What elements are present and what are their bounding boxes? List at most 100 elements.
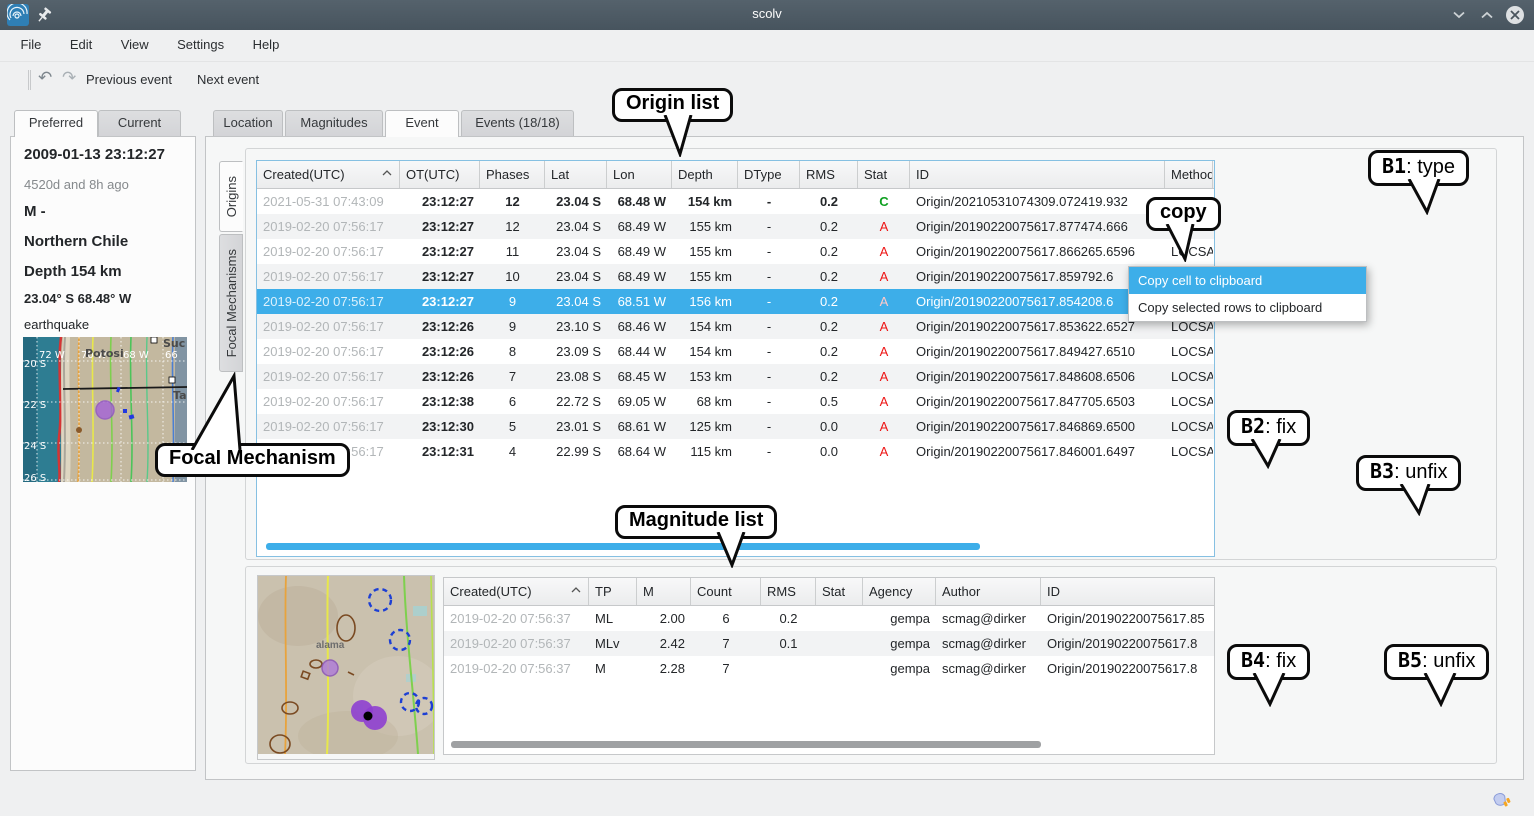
cell-depth: 153 km [672,364,738,389]
tab-current[interactable]: Current [98,110,181,136]
cell-author: scmag@dirker [936,606,1041,631]
column-header-created-utc-[interactable]: Created(UTC) [257,161,400,188]
column-header-rms[interactable]: RMS [800,161,858,188]
menu-edit[interactable]: Edit [58,30,104,59]
cell-lat: 22.99 S [545,439,607,464]
cell-method: LOCSA [1165,364,1213,389]
column-header-dtype[interactable]: DType [738,161,800,188]
side-tab-origins[interactable]: Origins [219,161,243,232]
column-header-created-utc-[interactable]: Created(UTC) [444,578,589,605]
callout-b2-fix: B2: fix [1227,410,1310,446]
cell-created: 2019-02-20 07:56:17 [257,214,400,239]
menu-view[interactable]: View [109,30,161,59]
origin-row[interactable]: 2019-02-20 07:56:1723:12:30523.01 S68.61… [257,414,1214,439]
origin-row[interactable]: 2019-02-20 07:56:1723:12:26923.10 S68.46… [257,314,1214,339]
cell-phases: 11 [480,239,545,264]
origin-row[interactable]: 2019-02-20 07:56:1723:12:38622.72 S69.05… [257,389,1214,414]
side-tab-focal-mechanisms[interactable]: Focal Mechanisms [219,234,243,372]
menu-settings[interactable]: Settings [165,30,236,59]
column-header-id[interactable]: ID [910,161,1165,188]
origin-row[interactable]: 2019-02-20 07:56:1723:12:271223.04 S68.4… [257,214,1214,239]
magnitude-row[interactable]: 2019-02-20 07:56:37ML2.0060.2gempascmag@… [444,606,1214,631]
column-header-lat[interactable]: Lat [545,161,607,188]
callout-focal-mechanism: Focal Mechanism [155,443,350,477]
cell-dtype: - [738,264,800,289]
cell-phases: 4 [480,439,545,464]
origin-row[interactable]: 2019-02-20 07:56:1723:12:27923.04 S68.51… [257,289,1214,314]
event-region: Northern Chile [24,233,128,250]
origin-row[interactable]: 2019-02-20 07:56:1723:12:26723.08 S68.45… [257,364,1214,389]
column-header-rms[interactable]: RMS [761,578,816,605]
toolbar-grip[interactable] [28,70,31,90]
cell-depth: 155 km [672,264,738,289]
next-event-icon[interactable]: ↷ [62,68,76,88]
close-button[interactable] [1504,5,1526,25]
tab-preferred[interactable]: Preferred [14,110,98,137]
magnitude-row[interactable]: 2019-02-20 07:56:37M2.287gempascmag@dirk… [444,656,1214,681]
cell-count: 6 [691,606,761,631]
cell-created: 2019-02-20 07:56:37 [444,606,589,631]
column-header-tp[interactable]: TP [589,578,637,605]
previous-event-button[interactable]: Previous event [86,72,172,87]
origin-row[interactable]: 2019-02-20 07:56:1723:12:26823.09 S68.44… [257,339,1214,364]
menu-item-copy-cell[interactable]: Copy cell to clipboard [1129,267,1366,294]
cell-dtype: - [738,289,800,314]
tab-location[interactable]: Location [213,110,283,136]
database-connection-icon[interactable] [1491,790,1511,810]
cell-dtype: - [738,364,800,389]
svg-text:66: 66 [165,350,178,361]
cell-ot: 23:12:27 [400,264,480,289]
cell-lon: 68.49 W [607,214,672,239]
cell-dtype: - [738,339,800,364]
column-header-method[interactable]: Method [1165,161,1213,188]
maximize-button[interactable] [1476,5,1498,25]
menu-help[interactable]: Help [241,30,292,59]
magnitude-row[interactable]: 2019-02-20 07:56:37MLv2.4270.1gempascmag… [444,631,1214,656]
cell-lon: 68.45 W [607,364,672,389]
cell-id: Origin/20190220075617.846001.6497 [910,439,1165,464]
column-header-count[interactable]: Count [691,578,761,605]
column-header-lon[interactable]: Lon [607,161,672,188]
magnitude-map[interactable]: alama [257,575,435,760]
cell-rms: 0.2 [761,606,816,631]
menu-file[interactable]: File [8,30,53,59]
cell-dtype: - [738,189,800,214]
event-type: earthquake [24,317,89,332]
column-header-author[interactable]: Author [936,578,1041,605]
tab-magnitudes[interactable]: Magnitudes [285,110,383,136]
origin-table-hscrollbar[interactable] [266,543,980,550]
previous-event-icon[interactable]: ↶ [38,68,52,88]
cell-stat: A [858,264,910,289]
cell-ot: 23:12:30 [400,414,480,439]
column-header-stat[interactable]: Stat [858,161,910,188]
origin-row[interactable]: 2019-02-20 07:56:1723:12:31422.99 S68.64… [257,439,1214,464]
cell-stat: A [858,389,910,414]
menu-item-copy-rows[interactable]: Copy selected rows to clipboard [1129,294,1366,321]
magnitude-table-header: Created(UTC)TPMCountRMSStatAgencyAuthorI… [444,578,1214,606]
column-header-phases[interactable]: Phases [480,161,545,188]
next-event-button[interactable]: Next event [197,72,259,87]
menubar: File Edit View Settings Help [0,30,1534,62]
origin-row[interactable]: 2019-02-20 07:56:1723:12:271023.04 S68.4… [257,264,1214,289]
magnitude-table-hscrollbar[interactable] [451,741,1041,748]
cell-lat: 23.04 S [545,264,607,289]
callout-magnitude-list: Magnitude list [615,505,777,539]
cell-id: Origin/20190220075617.8 [1041,631,1215,656]
column-header-agency[interactable]: Agency [863,578,936,605]
column-header-stat[interactable]: Stat [816,578,863,605]
context-menu: Copy cell to clipboard Copy selected row… [1128,266,1367,322]
column-header-id[interactable]: ID [1041,578,1215,605]
cell-phases: 8 [480,339,545,364]
cell-lat: 23.01 S [545,414,607,439]
tab-event[interactable]: Event [385,110,459,137]
svg-text:24 S: 24 S [24,441,46,452]
column-header-ot-utc-[interactable]: OT(UTC) [400,161,480,188]
origin-row[interactable]: 2019-02-20 07:56:1723:12:271123.04 S68.4… [257,239,1214,264]
tab-events[interactable]: Events (18/18) [461,110,574,136]
origin-row[interactable]: 2021-05-31 07:43:0923:12:271223.04 S68.4… [257,189,1214,214]
cell-rms [761,656,816,681]
column-header-m[interactable]: M [637,578,691,605]
column-header-depth[interactable]: Depth [672,161,738,188]
minimize-button[interactable] [1448,5,1470,25]
cell-lon: 68.49 W [607,264,672,289]
